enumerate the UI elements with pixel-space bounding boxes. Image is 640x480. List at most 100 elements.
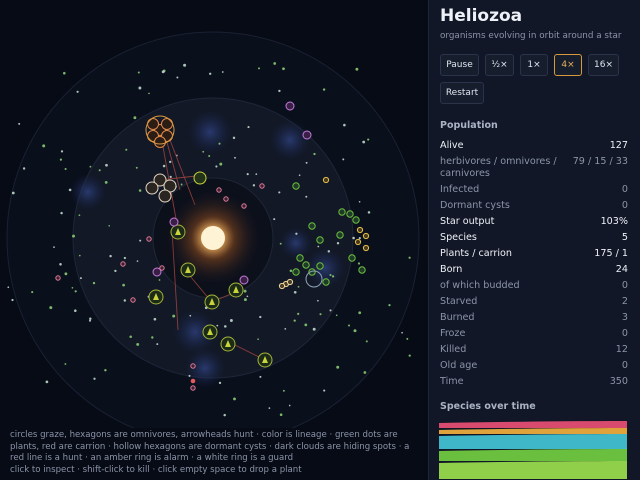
grazer-organism[interactable] [292,268,300,276]
plant-dot [22,167,26,170]
grazer-organism[interactable] [354,238,362,246]
lineage-violet-organism[interactable] [302,130,312,140]
plant-dot [176,76,179,79]
species-band [439,434,627,449]
grazer-organism[interactable] [352,216,360,224]
plant-dot [114,269,117,273]
stat-label: of which budded [440,280,520,291]
grazer-organism[interactable] [322,278,330,286]
grazer-organism[interactable] [296,254,304,262]
plant-dot [158,279,161,281]
hiding-spot-cloud [270,120,310,160]
omnivore-organism[interactable] [147,118,159,130]
simulation-canvas[interactable] [0,0,428,428]
plant-dot [93,377,96,380]
omnivore-organism[interactable] [161,118,173,130]
hunter-organism[interactable] [145,181,159,195]
grazer-organism[interactable] [336,231,344,239]
carrion-dot [190,378,196,384]
stat-label: Starved [440,296,478,307]
speed-half-button[interactable]: ½× [485,54,514,76]
stat-value: 12 [615,344,628,355]
grazer-organism[interactable] [302,261,310,269]
grazer-organism[interactable] [316,236,324,244]
plant-dot [216,324,219,327]
stat-label: Infected [440,184,480,195]
grazer-organism[interactable] [346,210,354,218]
plant-dot [104,181,108,184]
grazer-organism[interactable] [308,222,316,230]
grazer-organism[interactable] [286,278,294,286]
plant-dot [297,312,300,315]
lineage-violet-organism[interactable] [169,217,179,227]
omnivore-organism[interactable] [154,136,166,148]
plant-dot [322,88,326,91]
stat-row: Star output 103% [440,214,628,230]
grazer-organism[interactable] [130,297,136,303]
grazer-organism[interactable] [322,176,330,184]
grazer-organism[interactable] [216,187,222,193]
stat-value: 0 [621,360,628,371]
grazer-organism[interactable] [358,266,366,274]
hunter-organism[interactable] [193,171,207,185]
plant-dot [64,167,67,171]
plant-dot [323,389,326,392]
stat-value: 0 [621,280,628,291]
grazer-organism[interactable] [362,244,370,252]
species-band [439,461,627,479]
grazer-organism[interactable] [356,226,364,234]
plant-dot [288,404,291,407]
plant-dot [7,286,10,289]
stat-label: herbivores / omnivores / carnivores [440,156,557,179]
plant-dot [79,277,82,280]
lineage-violet-organism[interactable] [285,101,295,111]
plant-dot [331,275,335,278]
side-panel: Heliozoa organisms evolving in orbit aro… [428,0,640,480]
star[interactable] [201,226,225,250]
grazer-organism[interactable] [292,182,300,190]
plant-dot [355,67,359,71]
grazer-organism[interactable] [55,275,61,281]
grazer-organism[interactable] [190,385,196,391]
grazer-organism[interactable] [146,236,152,242]
plant-dot [156,343,159,346]
lineage-violet-organism[interactable] [239,275,249,285]
plant-dot [92,281,96,285]
grazer-organism[interactable] [120,261,126,267]
plant-dot [188,374,191,377]
plant-dot [153,317,157,321]
plant-dot [189,314,192,317]
population-stats: Alive 127 herbivores / omnivores / carnivo… [440,138,628,390]
plant-dot [89,317,92,320]
legend-controls: click to inspect · shift-click to kill ·… [10,464,302,475]
pause-button[interactable]: Pause [440,54,479,76]
grazer-organism[interactable] [241,203,247,209]
stat-row: Froze 0 [440,326,628,342]
plant-dot [279,242,282,245]
grazer-organism[interactable] [223,196,229,202]
plant-dot [243,298,247,302]
plant-dot [247,126,250,129]
stat-value: 79 / 15 / 33 [572,156,628,167]
speed-16x-button[interactable]: 16× [588,54,619,76]
speed-4x-button[interactable]: 4× [554,54,582,76]
grazer-organism[interactable] [278,282,286,290]
plant-dot [327,250,331,253]
plant-dot [59,263,62,266]
grazer-organism[interactable] [259,183,265,189]
grazer-organism[interactable] [316,262,324,270]
grazer-organism[interactable] [348,254,356,262]
restart-button[interactable]: Restart [440,82,484,104]
plant-dot [408,256,411,259]
population-title: Population [440,120,498,131]
plant-dot [305,161,308,164]
hunter-organism[interactable] [158,189,172,203]
grazer-organism[interactable] [159,265,165,271]
speed-1x-button[interactable]: 1× [520,54,548,76]
grazer-organism[interactable] [338,208,346,216]
grazer-organism[interactable] [362,232,370,240]
plant-dot [74,290,77,293]
plant-dot [259,375,262,378]
plant-dot [151,336,154,339]
grazer-organism[interactable] [190,363,196,369]
